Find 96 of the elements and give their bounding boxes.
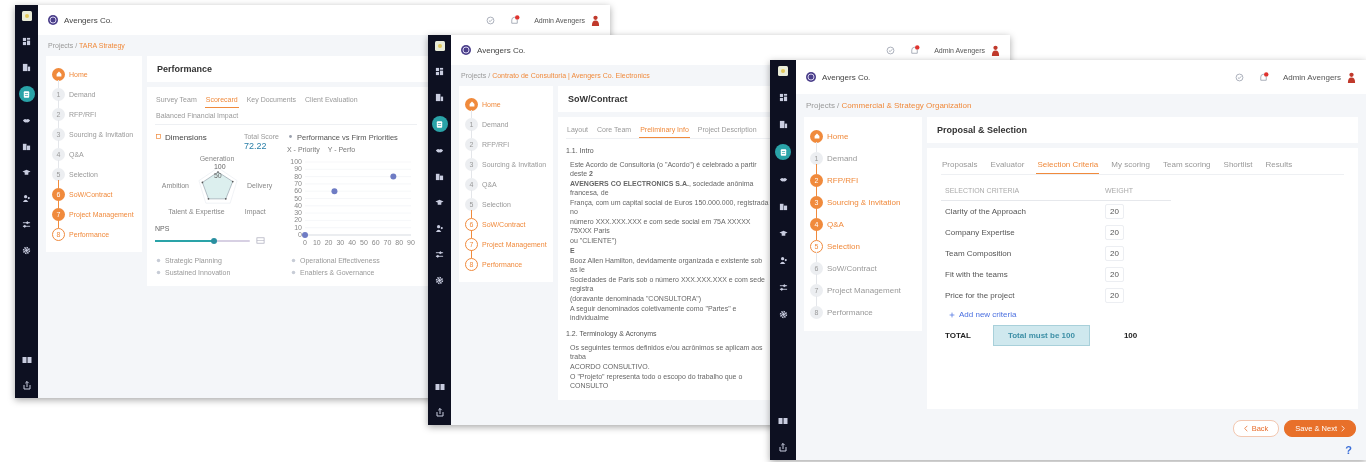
- cap-icon[interactable]: [777, 228, 789, 239]
- sliders-icon[interactable]: [21, 219, 32, 230]
- avatar-icon[interactable]: [1347, 71, 1356, 83]
- bell-icon[interactable]: [909, 44, 921, 56]
- people-icon[interactable]: [777, 255, 789, 266]
- book-icon[interactable]: [778, 416, 788, 426]
- brand-logo-icon: [48, 15, 58, 25]
- chart-icon: [287, 133, 294, 140]
- brand-name: Avengers Co.: [477, 45, 526, 55]
- data-point: [331, 188, 338, 195]
- tab[interactable]: Team scoring: [1162, 156, 1212, 174]
- building-icon[interactable]: [434, 92, 445, 103]
- step-label[interactable]: RFP/RFI: [827, 175, 859, 185]
- help-button[interactable]: ?: [1345, 444, 1352, 456]
- people-icon[interactable]: [434, 223, 445, 234]
- tab[interactable]: Results: [1264, 156, 1294, 174]
- total-value: 100: [1123, 331, 1138, 340]
- gear-icon[interactable]: [434, 275, 445, 286]
- weight-field[interactable]: 20: [1105, 204, 1124, 219]
- brand-logo-icon: [806, 72, 816, 82]
- criterion-name: Clarity of the Approach: [944, 207, 1027, 216]
- step-label[interactable]: Performance: [827, 307, 873, 317]
- sliders-icon[interactable]: [777, 282, 789, 293]
- check-circle-icon[interactable]: [486, 15, 496, 25]
- book-icon[interactable]: [434, 382, 445, 392]
- score-value: 72.22: [243, 141, 267, 151]
- brand-name: Avengers Co.: [822, 72, 871, 82]
- building-icon[interactable]: [777, 119, 789, 130]
- grid-icon[interactable]: [21, 36, 32, 47]
- document-icon[interactable]: [18, 86, 35, 102]
- dimensions-icon: [155, 133, 162, 140]
- avatar-icon[interactable]: [591, 14, 600, 26]
- cap-icon[interactable]: [434, 197, 445, 208]
- slider-thumb[interactable]: [210, 237, 217, 244]
- panel-title: Dimensions: [165, 133, 207, 142]
- document-icon[interactable]: [431, 116, 448, 132]
- step-label[interactable]: Selection: [827, 241, 860, 251]
- office-icon[interactable]: [21, 141, 32, 152]
- cap-icon[interactable]: [21, 167, 32, 178]
- sliders-icon[interactable]: [434, 249, 445, 260]
- criterion-name: Price for the project: [944, 291, 1016, 300]
- tab[interactable]: My scoring: [1110, 156, 1151, 174]
- tab[interactable]: Selection Criteria: [1036, 156, 1100, 174]
- page-title: Proposal & Selection: [937, 125, 1028, 135]
- add-criteria-link[interactable]: Add new criteria: [941, 306, 1344, 323]
- bell-icon[interactable]: [509, 14, 521, 26]
- step-label[interactable]: SoW/Contract: [827, 263, 877, 273]
- bell-icon[interactable]: [1257, 71, 1269, 83]
- weight-field[interactable]: 20: [1105, 267, 1124, 282]
- app-logo-icon[interactable]: [434, 41, 445, 51]
- breadcrumb-current: Commercial & Strategy Organization: [841, 101, 972, 110]
- tab[interactable]: Shortlist: [1222, 156, 1254, 174]
- check-circle-icon[interactable]: [886, 45, 896, 55]
- gear-icon[interactable]: [777, 309, 789, 320]
- step-label[interactable]: Sourcing & Invitation: [827, 197, 901, 207]
- caret-icon: [1243, 425, 1248, 432]
- page-title: SoW/Contract: [568, 94, 628, 104]
- brand-logo-icon: [461, 45, 471, 55]
- export-icon[interactable]: [778, 442, 788, 452]
- total-label: TOTAL: [945, 331, 971, 340]
- nps-slider[interactable]: [155, 239, 250, 242]
- step-label[interactable]: Q&A: [827, 219, 844, 229]
- criterion-name: Team Composition: [944, 249, 1013, 258]
- data-point: [390, 173, 397, 180]
- page-title: Performance: [157, 64, 213, 74]
- weight-field[interactable]: 20: [1105, 225, 1124, 240]
- user-name[interactable]: Admin Avengers: [1282, 72, 1341, 82]
- book-icon[interactable]: [21, 355, 32, 365]
- total-message: Total must be 100: [992, 325, 1090, 346]
- weight-field[interactable]: 20: [1105, 246, 1124, 261]
- document-icon[interactable]: [775, 144, 791, 160]
- data-point: [302, 232, 308, 238]
- tab[interactable]: Evaluator: [989, 156, 1026, 174]
- office-icon[interactable]: [777, 201, 789, 212]
- criterion-name: Company Expertise: [944, 228, 1016, 237]
- grid-icon[interactable]: [434, 66, 445, 77]
- export-icon[interactable]: [21, 380, 32, 390]
- plus-icon: [949, 311, 955, 318]
- people-icon[interactable]: [21, 193, 32, 204]
- tab[interactable]: Proposals: [941, 156, 979, 174]
- app-logo-icon[interactable]: [21, 11, 32, 21]
- criterion-name: Fit with the teams: [944, 270, 1009, 279]
- brand-name: Avengers Co.: [64, 15, 113, 25]
- check-circle-icon[interactable]: [1234, 72, 1244, 82]
- gear-icon[interactable]: [21, 245, 32, 256]
- building-icon[interactable]: [21, 62, 32, 73]
- breadcrumb-link[interactable]: Projects /: [806, 101, 840, 110]
- caret-icon: [1341, 425, 1345, 432]
- export-icon[interactable]: [434, 407, 445, 417]
- grid-icon[interactable]: [777, 92, 789, 103]
- step-label[interactable]: Project Management: [827, 285, 901, 295]
- avatar-icon[interactable]: [991, 44, 1000, 56]
- step-label[interactable]: Home: [827, 131, 849, 141]
- step-label[interactable]: Demand: [827, 153, 858, 163]
- office-icon[interactable]: [434, 171, 445, 182]
- weight-field[interactable]: 20: [1105, 288, 1124, 303]
